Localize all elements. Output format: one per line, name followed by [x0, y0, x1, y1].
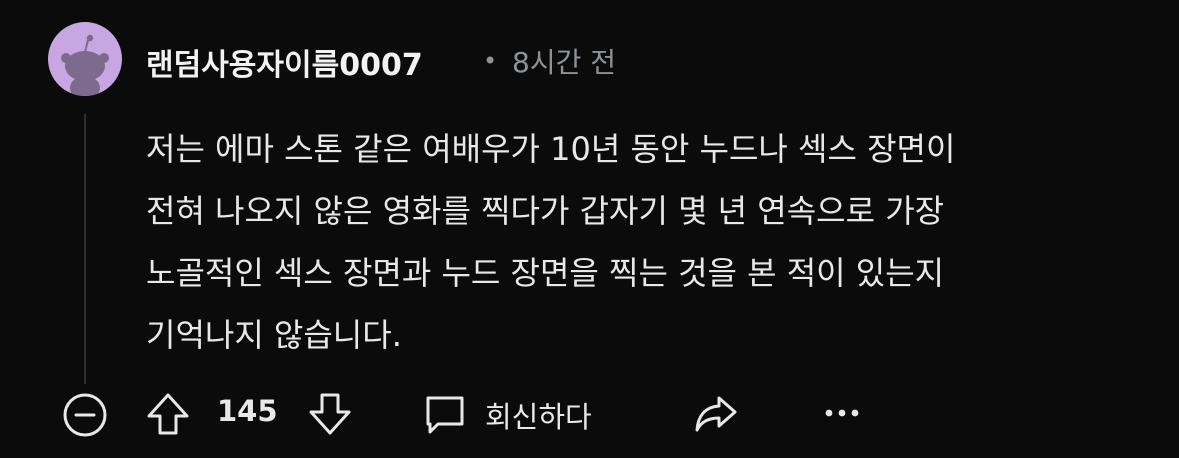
timestamp: 8시간 전	[512, 46, 616, 79]
comment-body-line: 저는 에마 스톤 같은 여배우가 10년 동안 누드나 섹스 장면이	[146, 130, 956, 168]
collapse-minus-icon[interactable]	[62, 392, 108, 438]
downvote-arrow-icon[interactable]	[306, 390, 354, 438]
comment-body-line: 노골적인 섹스 장면과 누드 장면을 찍는 것을 본 적이 있는지	[146, 254, 945, 292]
avatar[interactable]	[48, 22, 122, 96]
reply-bubble-icon	[426, 396, 464, 434]
upvote-arrow-icon[interactable]	[144, 390, 192, 438]
thread-line[interactable]	[84, 114, 86, 384]
comment-body-line: 기억나지 않습니다.	[146, 316, 402, 354]
vote-count: 145	[217, 394, 278, 428]
comment-body-line: 전혀 나오지 않은 영화를 찍다가 갑자기 몇 년 연속으로 가장	[146, 192, 945, 230]
more-dots-icon[interactable]	[822, 405, 862, 421]
reply-label[interactable]: 회신하다	[485, 394, 592, 436]
reddit-snoo-icon	[61, 34, 109, 96]
meta-separator: •	[483, 47, 498, 75]
username[interactable]: 랜덤사용자이름0007	[146, 40, 423, 84]
share-arrow-icon[interactable]	[693, 392, 739, 436]
comment-body: 저는 에마 스톤 같은 여배우가 10년 동안 누드나 섹스 장면이 전혀 나오…	[146, 118, 1156, 366]
